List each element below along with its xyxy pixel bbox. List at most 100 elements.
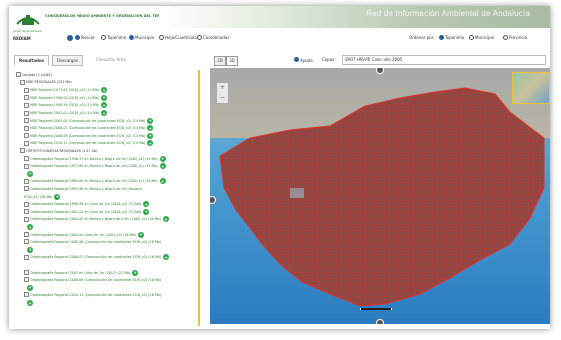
tree-item[interactable]: Ortofotografía Regional 1998-99 en Color…: [24, 201, 150, 208]
tree-item[interactable]: Ortofotografía Regional 2001-02 en Color…: [24, 208, 150, 215]
overview-map[interactable]: [512, 72, 550, 104]
folder-icon: [20, 79, 25, 85]
search-option-toponimo[interactable]: Topónimo: [101, 35, 126, 40]
download-icon[interactable]: +: [132, 269, 139, 276]
tree-item-label: MDE Regional 2004-05 (Composición de cua…: [30, 118, 146, 123]
folder-icon: [20, 148, 25, 153]
tree-item[interactable]: +: [24, 284, 33, 291]
tree-folder[interactable]: ORTOFOTOGRAFÍAS REGIONALES (1.57 Gb): [20, 148, 97, 153]
pan-down-handle-icon[interactable]: [376, 319, 384, 324]
map-view[interactable]: + −: [210, 68, 550, 324]
search-option-hoja[interactable]: Hoja/Cuadrícula: [159, 35, 197, 40]
tree-item[interactable]: Ortofotografía Regional 1997-98 en Blanc…: [24, 186, 142, 191]
tree-item[interactable]: MDE Regional 1999-00 (2010_v2) (14 Mb) +: [24, 94, 108, 101]
radio-icon: [159, 35, 164, 40]
file-icon: [24, 140, 29, 146]
tree-item[interactable]: Ortofotografía Regional 2004-05 en Blanc…: [24, 216, 169, 223]
order-option-toponimo[interactable]: Topónimo: [439, 35, 464, 40]
radio-icon: [439, 35, 444, 40]
radio-icon: [129, 35, 134, 40]
tree-item[interactable]: Ortofotografía Regional 2005-06 (Composi…: [24, 239, 161, 245]
download-icon[interactable]: +: [27, 300, 33, 306]
file-icon: [24, 133, 29, 139]
tree-item-label: Ortofotografía Regional 1956-57 en Blanc…: [30, 156, 158, 161]
download-icon[interactable]: +: [27, 224, 33, 230]
download-icon[interactable]: +: [54, 193, 61, 200]
help-toggle[interactable]: Ayuda: [294, 57, 313, 63]
tab-descargas[interactable]: Descargas: [52, 55, 83, 66]
tree-item-label: Ortofotografía Regional 1998-99 en Color…: [30, 202, 142, 207]
view-2d-button[interactable]: 2D: [214, 56, 226, 66]
search-option-buscar[interactable]: Buscar: [75, 35, 95, 40]
tree-item-label: Ortofotografía Regional 2007 en Color de…: [30, 270, 131, 275]
download-icon[interactable]: +: [137, 231, 144, 238]
download-icon[interactable]: +: [101, 87, 108, 94]
search-option-municipio[interactable]: Municipio: [129, 35, 154, 40]
tree-item[interactable]: Ortofotografía Regional 1977-83 en Blanc…: [24, 163, 166, 170]
tree-item[interactable]: +: [24, 224, 33, 230]
download-icon[interactable]: +: [101, 110, 108, 116]
tree-item[interactable]: +: [24, 246, 33, 253]
tree-item[interactable]: Ortofotografía Regional 2008-09 (Composi…: [24, 277, 161, 283]
order-option-municipio[interactable]: Municipio: [469, 35, 494, 40]
folder-icon: [16, 72, 21, 77]
tree-item[interactable]: MDE Regional 1998-99 (2010_v2) (14 Mb) +: [24, 102, 108, 109]
tree-folder[interactable]: MDE REGIONALES (241 Mb): [20, 79, 72, 85]
tree-item[interactable]: Ortofotografía Regional 2004 en Color de…: [24, 231, 144, 238]
tree-item-label: Ortofotografía Regional 2004-05 en Blanc…: [30, 217, 161, 222]
download-icon[interactable]: +: [101, 94, 108, 101]
checkbox-icon: [294, 57, 299, 62]
tree-item[interactable]: Ortofotografía Regional 2010-11 (Composi…: [24, 292, 161, 298]
download-icon[interactable]: +: [27, 284, 33, 291]
org-name: CONSEJERÍA DE MEDIO AMBIENTE Y ORDENACIÓ…: [45, 14, 177, 18]
tab-resultados[interactable]: Resultados: [14, 55, 49, 65]
order-option-provincia[interactable]: Provincia: [503, 35, 527, 40]
tree-item[interactable]: MDE Regional 2010-11 (Composición de cua…: [24, 140, 154, 147]
zoom-out-button[interactable]: −: [217, 93, 228, 103]
download-icon[interactable]: +: [147, 140, 154, 147]
file-icon: [24, 239, 29, 245]
view-3d-button[interactable]: 3D: [226, 56, 238, 66]
tree-item[interactable]: Ortofotografía Regional 2007 en Color de…: [24, 269, 139, 276]
layer-select[interactable]: SPOT HRV/IR Color año 2005: [342, 55, 546, 65]
download-icon[interactable]: +: [159, 163, 166, 170]
download-icon[interactable]: +: [159, 178, 166, 185]
download-icon[interactable]: +: [147, 117, 154, 124]
zoom-in-button[interactable]: +: [217, 83, 228, 93]
tree-item[interactable]: Ortofotografía Regional 2006-07 (Composi…: [24, 254, 170, 261]
search-option-coordenadas[interactable]: Coordenadas: [197, 35, 229, 40]
junta-logo-icon: [16, 15, 40, 25]
tree-item[interactable]: +: [24, 300, 33, 306]
radio-icon: [197, 35, 202, 40]
tree-folder[interactable]: Carpeta (1-24-65): [16, 72, 52, 77]
file-icon: [24, 216, 29, 222]
file-icon: [24, 156, 29, 162]
file-icon: [24, 254, 29, 260]
download-icon[interactable]: +: [163, 254, 170, 261]
search-icon[interactable]: [67, 35, 73, 41]
banner-title: Red de Información Ambiental de Andalucí…: [366, 9, 530, 18]
download-icon[interactable]: +: [147, 132, 154, 139]
tree-item[interactable]: MDE Regional 2008-09 (Composición de cua…: [24, 132, 154, 139]
tab-consultar-area[interactable]: Consultar Área: [92, 55, 130, 64]
radio-icon: [503, 35, 508, 40]
file-icon: [24, 201, 29, 207]
tree-item[interactable]: Ortofotografía Regional 1956-57 en Blanc…: [24, 155, 166, 162]
download-icon[interactable]: +: [159, 155, 166, 162]
tree-item[interactable]: +: [24, 170, 33, 177]
download-icon[interactable]: +: [143, 201, 150, 208]
tree-item[interactable]: MDE Regional 2006-07 (Composición de cua…: [24, 125, 154, 132]
tree-item[interactable]: ECW_v2) (28 Mb) +: [24, 193, 61, 200]
tree-item[interactable]: MDE Regional 2004-05 (Composición de cua…: [24, 117, 154, 124]
download-icon[interactable]: +: [162, 216, 169, 223]
tree-item[interactable]: MDE Regional 1977-83 (2010_v2) (14 Mb) +: [24, 87, 108, 94]
download-icon[interactable]: +: [147, 125, 154, 132]
tree-item-label: Ortofotografía Regional 1997-98 en Blanc…: [30, 186, 142, 191]
download-icon[interactable]: +: [101, 102, 108, 109]
download-icon[interactable]: +: [27, 246, 33, 253]
download-icon[interactable]: +: [27, 170, 33, 177]
download-icon[interactable]: +: [143, 208, 150, 215]
tree-item[interactable]: MDE Regional 2001-02 (2010_v2) (14 Mb) +: [24, 110, 108, 116]
tree-item[interactable]: Ortofotografía Regional 1984-85 en Blanc…: [24, 178, 166, 185]
header-banner: Red de Información Ambiental de Andalucí…: [159, 6, 550, 28]
